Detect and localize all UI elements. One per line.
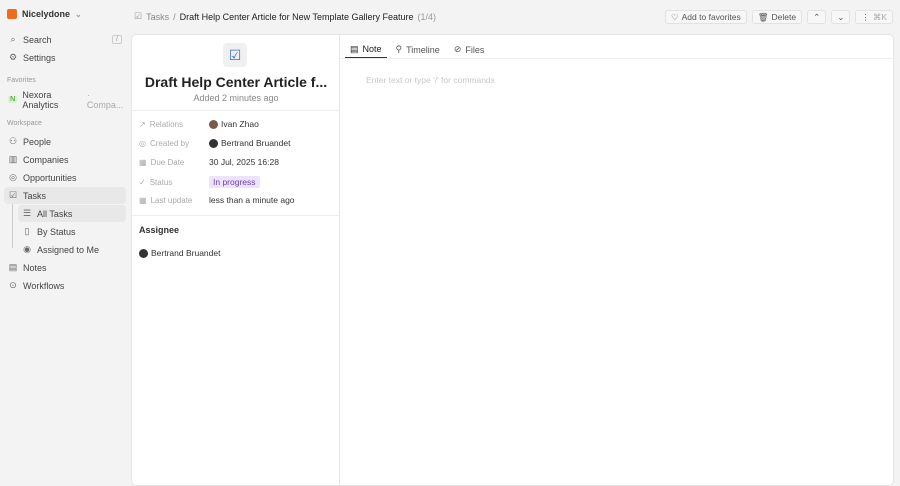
search-icon: ⌕: [10, 34, 16, 44]
avatar: [209, 119, 218, 129]
sidebar-item-all-tasks[interactable]: ☰ All Tasks: [18, 205, 126, 222]
assignee[interactable]: Bertrand Bruandet: [139, 248, 339, 258]
sidebar-item-by-status[interactable]: ▯ By Status: [18, 223, 126, 240]
person-icon: ⚇: [8, 136, 18, 146]
workflow-icon: ⊙: [9, 280, 17, 290]
avatar: [209, 138, 218, 148]
user-circle-icon: ◎: [139, 138, 146, 148]
checkbox-icon: ☑: [134, 11, 143, 21]
target-icon: ◎: [9, 172, 17, 182]
tab-timeline[interactable]: ⚲ Timeline: [391, 41, 445, 58]
field-created-by: ◎ Created by Bertrand Bruandet: [139, 138, 291, 148]
note-editor[interactable]: Enter text or type '/' for commands: [366, 75, 495, 85]
note-icon: ▤: [350, 43, 359, 54]
sidebar-item-assigned-to-me[interactable]: ◉ Assigned to Me: [18, 241, 126, 258]
field-last-update: ▦ Last update less than a minute ago: [139, 195, 295, 205]
tab-note[interactable]: ▤ Note: [345, 41, 387, 58]
calendar-clock-icon: ▦: [139, 195, 147, 205]
sidebar-item-people[interactable]: ⚇ People: [4, 133, 126, 150]
field-due-date: ▦ Due Date 30 Jul, 2025 16:28: [139, 157, 279, 167]
list-icon: ☰: [22, 208, 32, 218]
record-count: (1/4): [417, 11, 437, 22]
divider: [132, 110, 339, 111]
paperclip-icon: ⊘: [453, 44, 462, 54]
delete-button[interactable]: 🗑 Delete: [751, 10, 803, 24]
user-circle-icon: ◉: [23, 244, 31, 254]
field-value[interactable]: 30 Jul, 2025 16:28: [209, 157, 279, 167]
sidebar-item-notes[interactable]: ▤ Notes: [4, 259, 126, 276]
workspace-heading: Workspace: [7, 120, 42, 127]
tab-divider: [340, 58, 893, 59]
task-checkbox-icon: ☑: [223, 43, 247, 67]
timeline-icon: ⚲: [395, 44, 403, 54]
calendar-icon: ▦: [139, 157, 147, 167]
avatar: [139, 248, 148, 258]
favorites-heading: Favorites: [7, 77, 36, 84]
workspace-switcher[interactable]: Nicelydone ⌄: [7, 9, 82, 19]
more-options-button[interactable]: ⋮ ⌘K: [855, 10, 893, 24]
company-badge-icon: N: [8, 96, 18, 103]
assignee-heading: Assignee: [139, 225, 180, 235]
checkbox-icon: ☑: [8, 190, 18, 200]
heart-icon: ♡: [671, 11, 679, 22]
field-status: ✓ Status In progress: [139, 176, 339, 188]
tabs: ▤ Note ⚲ Timeline ⊘ Files: [345, 41, 489, 58]
breadcrumb: ☑ Tasks / Draft Help Center Article for …: [134, 11, 437, 22]
chevron-down-icon: ⌄: [75, 9, 82, 19]
field-value[interactable]: Ivan Zhao: [209, 119, 259, 129]
tree-line: [12, 204, 13, 248]
divider: [132, 215, 339, 216]
trash-icon: 🗑: [757, 11, 769, 22]
sidebar-item-opportunities[interactable]: ◎ Opportunities: [4, 169, 126, 186]
chevron-up-icon: ⌃: [813, 11, 821, 22]
previous-record-button[interactable]: ⌃: [807, 10, 827, 24]
sidebar-item-tasks[interactable]: ☑ Tasks: [4, 187, 126, 204]
note-icon: ▤: [8, 262, 18, 272]
building-icon: ▥: [8, 154, 18, 164]
sidebar-item-companies[interactable]: ▥ Companies: [4, 151, 126, 168]
record-details: ☑ Draft Help Center Article f... Added 2…: [132, 35, 340, 485]
sidebar: Nicelydone ⌄ ⌕ Search / ⚙ Settings Favorites…: [0, 0, 131, 484]
next-record-button[interactable]: ⌄: [831, 10, 851, 24]
check-icon: ✓: [139, 177, 146, 187]
more-icon: ⋮: [861, 11, 870, 22]
toolbar: ♡ Add to favorites 🗑 Delete ⌃ ⌄ ⋮ ⌘K: [665, 10, 893, 24]
sidebar-settings[interactable]: ⚙ Settings: [4, 49, 126, 66]
shortcut-key: /: [112, 35, 122, 44]
added-timestamp: Added 2 minutes ago: [193, 93, 279, 103]
add-to-favorites-button[interactable]: ♡ Add to favorites: [665, 10, 747, 24]
breadcrumb-current: Draft Help Center Article for New Templa…: [179, 11, 414, 22]
chevron-down-icon: ⌄: [837, 11, 845, 22]
arrow-up-right-icon: ↗: [139, 119, 146, 129]
breadcrumb-tasks[interactable]: Tasks: [146, 12, 169, 22]
sidebar-search[interactable]: ⌕ Search /: [4, 31, 126, 48]
field-relations: ↗ Relations Ivan Zhao: [139, 119, 259, 129]
kanban-icon: ▯: [24, 226, 30, 236]
record-title[interactable]: Draft Help Center Article f...: [132, 74, 340, 90]
gear-icon: ⚙: [8, 52, 18, 62]
workspace-logo-icon: [7, 9, 17, 19]
favorite-item[interactable]: N Nexora Analytics · Compa...: [4, 90, 126, 110]
status-badge[interactable]: In progress: [209, 176, 260, 188]
sidebar-item-workflows[interactable]: ⊙ Workflows: [4, 277, 126, 294]
record-panel: ☑ Draft Help Center Article f... Added 2…: [131, 34, 894, 486]
tab-files[interactable]: ⊘ Files: [449, 41, 490, 58]
